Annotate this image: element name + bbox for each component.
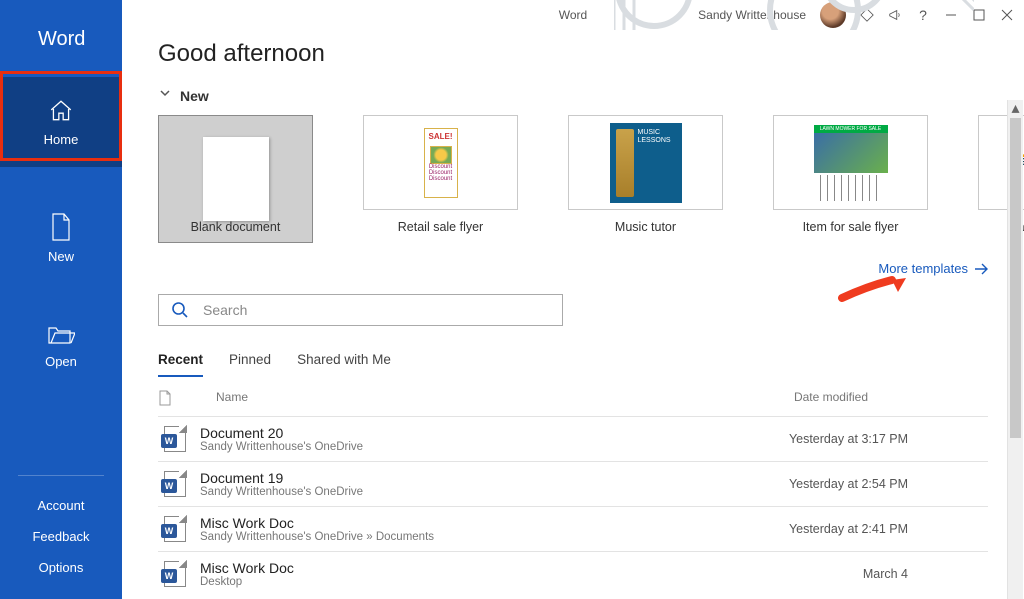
document-title: Misc Work Doc [200,560,294,576]
tab-pinned[interactable]: Pinned [229,352,271,377]
document-row[interactable]: W Document 20 Sandy Writtenhouse's OneDr… [158,416,988,461]
sidebar-item-label: Home [44,132,79,147]
sidebar-item-home[interactable]: Home [0,77,122,167]
scrollbar-thumb[interactable] [1010,118,1021,438]
document-location: Desktop [200,576,294,588]
word-file-icon: W [164,471,186,497]
new-doc-icon [49,213,73,241]
close-button[interactable] [1000,8,1014,22]
chevron-down-icon [158,86,172,105]
template-retail-sale-flyer[interactable]: SALE!DiscountDiscountDiscount Retail sal… [363,115,518,234]
maximize-button[interactable] [972,8,986,22]
sidebar: Word Home New Open Account Feedback Opti… [0,0,122,599]
window-title: Word [559,8,587,22]
column-date[interactable]: Date modified [794,390,868,406]
document-row[interactable]: W Misc Work Doc Sandy Writtenhouse's One… [158,506,988,551]
word-file-icon: W [164,426,186,452]
scroll-up-button[interactable]: ▴ [1008,100,1023,116]
template-caption: Item for sale flyer [803,220,899,234]
section-label: New [180,88,209,104]
scrollbar[interactable]: ▴ [1007,100,1023,599]
sidebar-item-new[interactable]: New [0,193,122,283]
document-title: Document 19 [200,470,363,486]
tab-recent[interactable]: Recent [158,352,203,377]
main-area: Good afternoon New Blank document SALE!D… [122,30,1024,599]
sidebar-item-label: New [48,249,74,264]
template-blank[interactable]: Blank document [158,115,313,243]
document-location: Sandy Writtenhouse's OneDrive [200,441,363,453]
document-icon [158,390,172,406]
template-caption: Retail sale flyer [398,220,483,234]
avatar[interactable] [820,2,846,28]
word-file-icon: W [164,561,186,587]
sidebar-item-open[interactable]: Open [0,301,122,391]
document-date: Yesterday at 3:17 PM [789,432,908,446]
home-icon [48,98,74,124]
sidebar-item-options[interactable]: Options [0,552,122,583]
document-row[interactable]: W Misc Work Doc Desktop March 4 [158,551,988,596]
greeting: Good afternoon [158,40,988,68]
search-input[interactable] [203,302,550,318]
search-icon [171,301,189,319]
new-section-header[interactable]: New [158,86,988,105]
minimize-button[interactable] [944,8,958,22]
sidebar-item-account[interactable]: Account [0,490,122,521]
column-name[interactable]: Name [216,390,248,406]
megaphone-icon[interactable] [888,8,902,22]
document-date: Yesterday at 2:41 PM [789,522,908,536]
sidebar-divider [18,475,104,476]
sidebar-item-feedback[interactable]: Feedback [0,521,122,552]
help-icon[interactable]: ? [916,8,930,22]
document-location: Sandy Writtenhouse's OneDrive [200,486,363,498]
template-music-tutor[interactable]: MUSICLESSONS Music tutor [568,115,723,234]
template-caption: Blank document [191,220,281,234]
search-box[interactable] [158,294,563,326]
more-templates-label: More templates [878,261,968,276]
document-date: March 4 [863,567,908,581]
document-tabs: Recent Pinned Shared with Me [158,352,988,378]
sidebar-bottom: Account Feedback Options [0,475,122,599]
document-location: Sandy Writtenhouse's OneDrive » Document… [200,531,434,543]
templates-row: Blank document SALE!DiscountDiscountDisc… [158,115,988,243]
sidebar-item-label: Open [45,354,77,369]
title-bar: Word Sandy Writtenhouse ? [122,0,1024,30]
document-row[interactable]: W Document 19 Sandy Writtenhouse's OneDr… [158,461,988,506]
folder-open-icon [47,324,75,346]
document-date: Yesterday at 2:54 PM [789,477,908,491]
document-list: W Document 20 Sandy Writtenhouse's OneDr… [158,416,988,596]
arrow-right-icon [974,263,988,275]
sidebar-app-title: Word [0,0,122,77]
template-item-for-sale-flyer[interactable]: LAWN MOWER FOR SALE Item for sale flyer [773,115,928,234]
more-templates-link[interactable]: More templates [878,261,988,276]
diamond-icon[interactable] [860,8,874,22]
document-title: Misc Work Doc [200,515,434,531]
document-title: Document 20 [200,425,363,441]
tab-shared-with-me[interactable]: Shared with Me [297,352,391,377]
user-name[interactable]: Sandy Writtenhouse [698,8,806,22]
template-caption: Music tutor [615,220,676,234]
doclist-header: Name Date modified [158,378,988,416]
word-file-icon: W [164,516,186,542]
